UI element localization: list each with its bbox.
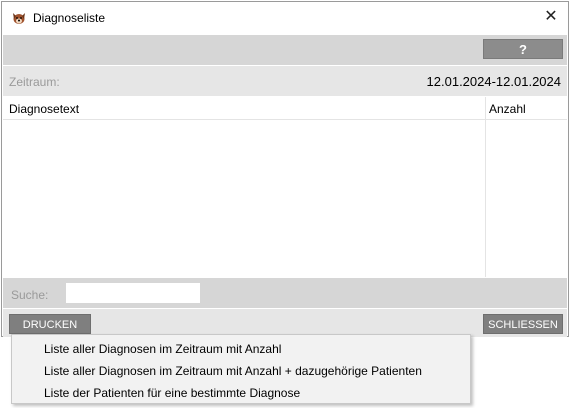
table-header: Diagnosetext Anzahl (3, 97, 567, 120)
help-button[interactable]: ? (483, 39, 563, 59)
diagnosis-table[interactable]: Diagnosetext Anzahl (3, 97, 567, 277)
column-header-anzahl[interactable]: Anzahl (489, 102, 526, 116)
print-menu: Liste aller Diagnosen im Zeitraum mit An… (11, 334, 471, 404)
date-range-value: 12.01.2024-12.01.2024 (426, 74, 561, 89)
menu-item-diagnoses-count[interactable]: Liste aller Diagnosen im Zeitraum mit An… (44, 342, 281, 356)
search-label: Suche: (11, 288, 49, 302)
toolbar: ? (3, 35, 567, 65)
close-icon[interactable]: ✕ (542, 8, 560, 26)
dog-head-icon (11, 10, 27, 26)
date-range-label: Zeitraum: (9, 75, 60, 89)
search-input[interactable] (66, 283, 200, 303)
window-title: Diagnoseliste (33, 11, 106, 25)
title-bar: Diagnoseliste ✕ (2, 2, 568, 34)
print-button[interactable]: DRUCKEN (9, 314, 91, 334)
close-button[interactable]: SCHLIESSEN (483, 314, 563, 334)
column-header-diagnosetext[interactable]: Diagnosetext (9, 102, 79, 116)
bottom-bar: DRUCKEN SCHLIESSEN (3, 309, 567, 337)
date-range-row: Zeitraum: 12.01.2024-12.01.2024 (3, 66, 567, 96)
menu-item-diagnoses-count-patients[interactable]: Liste aller Diagnosen im Zeitraum mit An… (44, 364, 422, 378)
column-divider (485, 97, 486, 277)
search-row: Suche: (3, 278, 567, 308)
diagnose-list-window: Diagnoseliste ✕ ? Zeitraum: 12.01.2024-1… (1, 1, 569, 337)
menu-item-patients-for-diagnosis[interactable]: Liste der Patienten für eine bestimmte D… (44, 386, 300, 400)
